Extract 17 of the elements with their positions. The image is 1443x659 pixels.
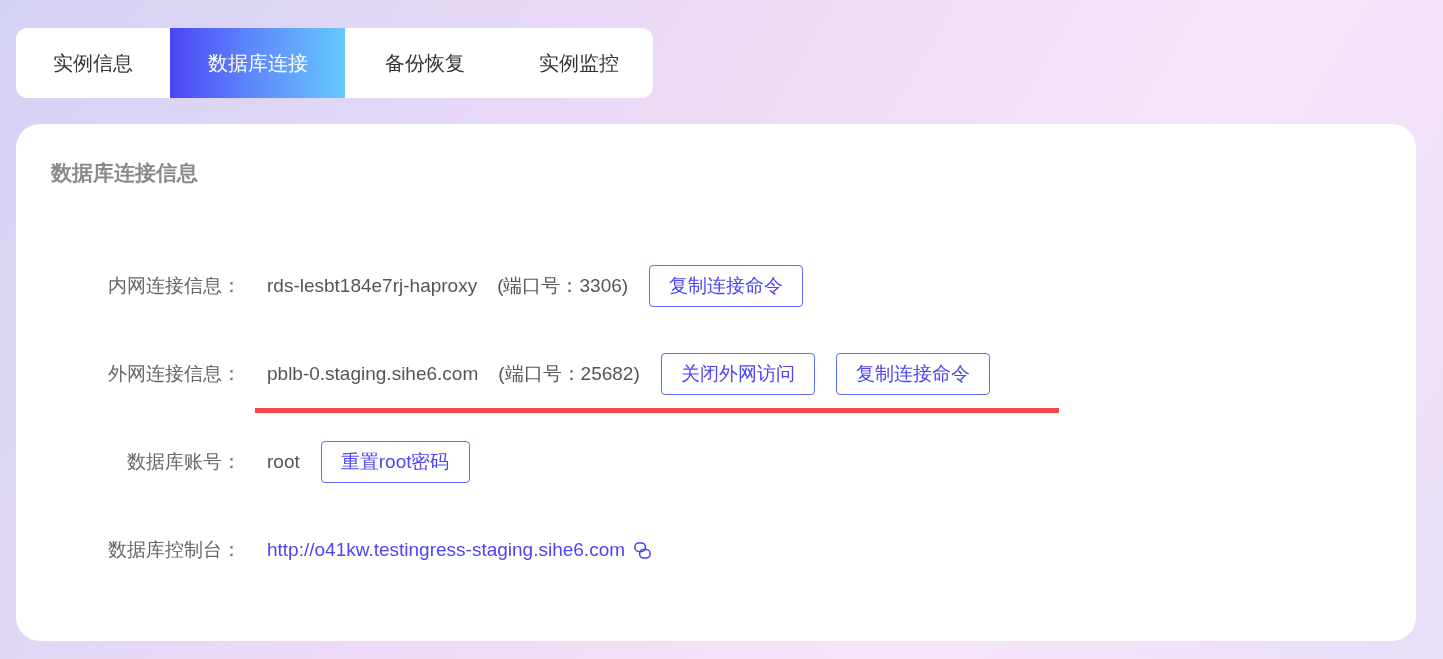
action-button[interactable]: 复制连接命令 xyxy=(649,265,804,307)
field-label: 外网连接信息： xyxy=(107,361,242,386)
field-label: 数据库账号： xyxy=(126,449,242,474)
port-number: (端口号：25682) xyxy=(498,361,640,386)
field-label: 内网连接信息： xyxy=(107,273,242,298)
action-button[interactable]: 重置root密码 xyxy=(320,441,470,483)
console-link[interactable]: http://o41kw.testingress-staging.sihe6.com xyxy=(267,535,626,565)
action-button[interactable]: 复制连接命令 xyxy=(835,353,990,395)
action-button[interactable]: 关闭外网访问 xyxy=(660,353,815,395)
field-value: pblb-0.staging.sihe6.com xyxy=(267,361,479,386)
port-number: (端口号：3306) xyxy=(497,273,629,298)
tab[interactable]: 数据库连接 xyxy=(170,28,345,98)
card-title: 数据库连接信息 xyxy=(51,160,198,186)
field-value: root xyxy=(267,449,300,474)
copy-icon[interactable] xyxy=(633,540,653,560)
field-label: 数据库控制台： xyxy=(107,537,242,562)
field-value: rds-lesbt184e7rj-haproxy xyxy=(267,273,478,298)
